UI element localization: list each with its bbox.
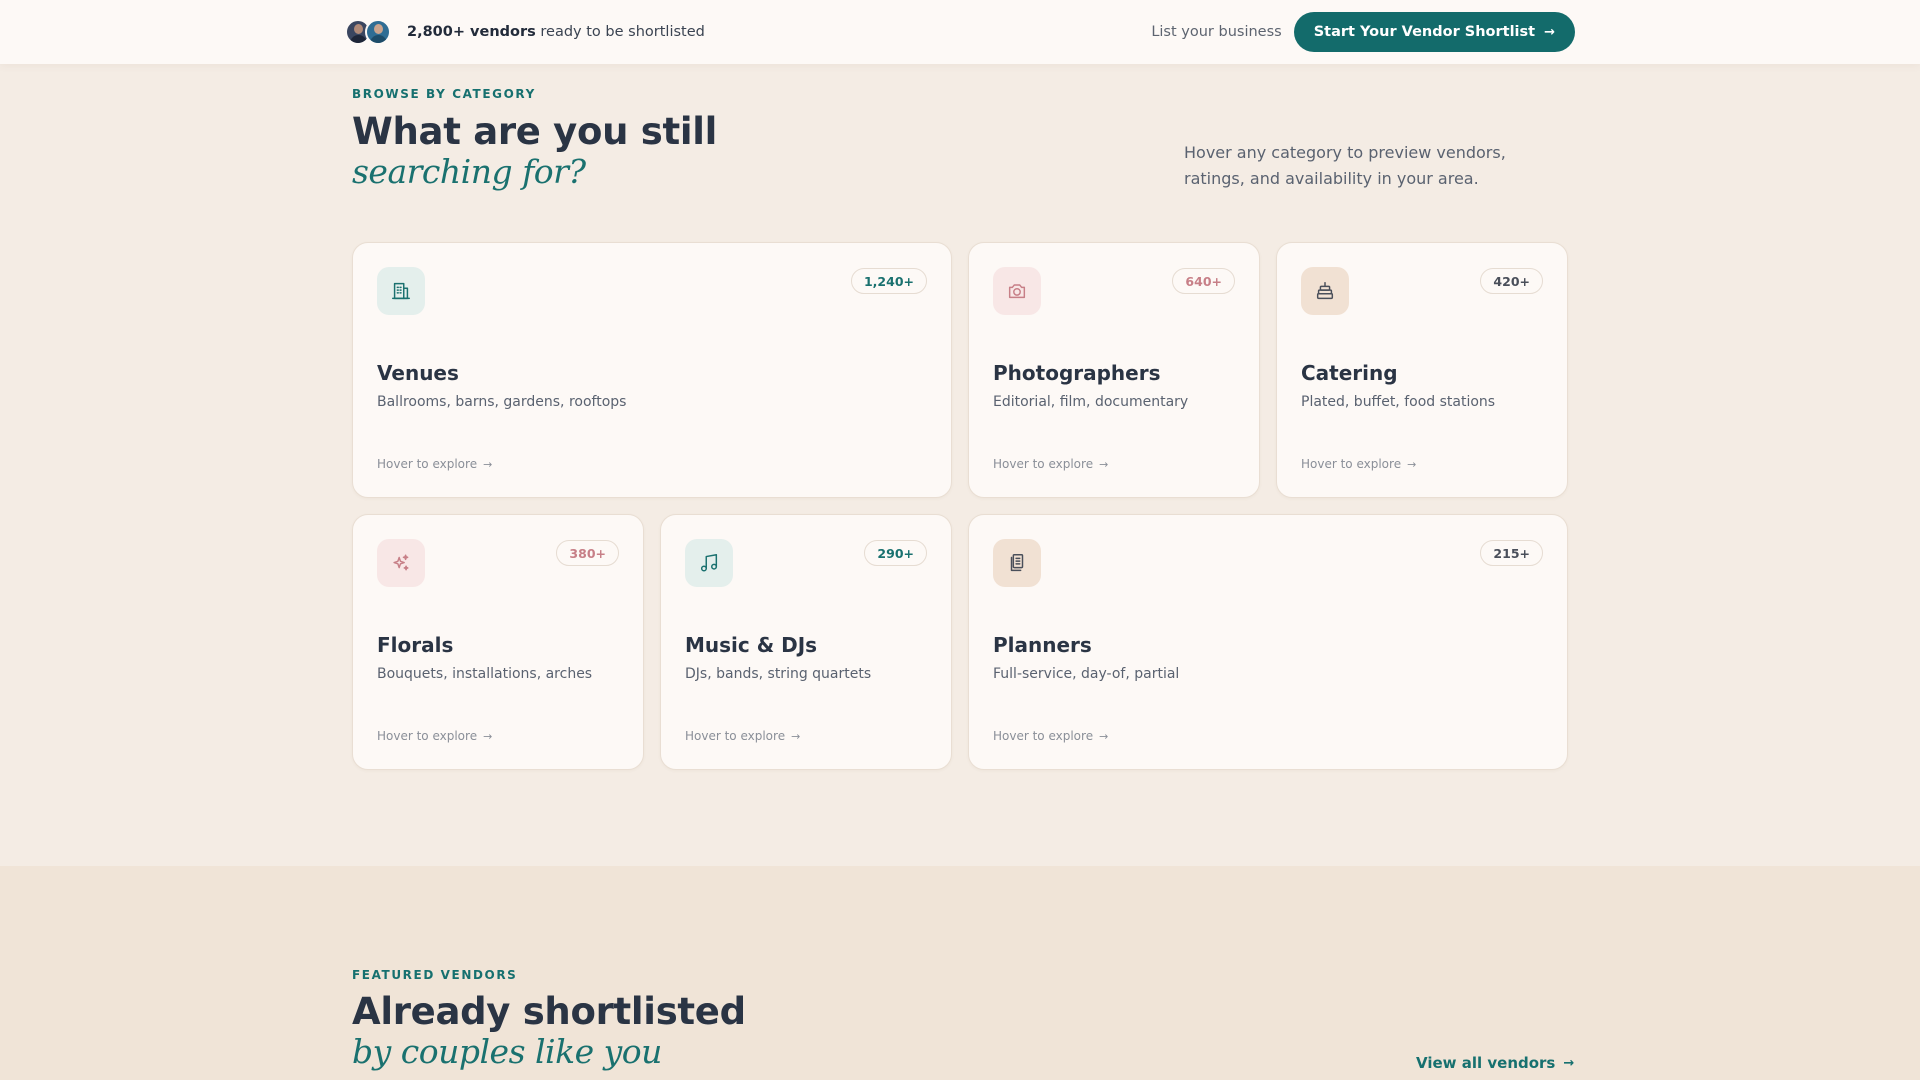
sparkles-icon xyxy=(377,539,425,587)
arrow-right-icon: → xyxy=(483,457,493,471)
hover-hint-label: Hover to explore xyxy=(993,729,1094,743)
count-badge: 380+ xyxy=(556,540,619,566)
hover-hint-label: Hover to explore xyxy=(377,457,478,471)
view-all-label: View all vendors xyxy=(1416,1054,1556,1072)
count-badge: 1,240+ xyxy=(850,268,927,294)
top-bar-inner: 2,800+ vendors ready to be shortlisted L… xyxy=(345,0,1575,64)
card-subtitle: Bouquets, installations, arches xyxy=(377,666,593,682)
card-title: Catering xyxy=(1301,361,1398,385)
arrow-right-icon: → xyxy=(1563,1055,1575,1071)
vendors-count-text: 2,800+ vendors ready to be shortlisted xyxy=(407,24,705,40)
category-title-italic: searching for? xyxy=(352,152,586,191)
count-badge: 420+ xyxy=(1480,268,1543,294)
card-subtitle: Ballrooms, barns, gardens, rooftops xyxy=(377,394,627,410)
hover-hint: Hover to explore → xyxy=(685,729,800,743)
category-card-catering[interactable]: 420+ Catering Plated, buffet, food stati… xyxy=(1276,242,1568,498)
music-note-icon xyxy=(685,539,733,587)
vendor-social-proof: 2,800+ vendors ready to be shortlisted xyxy=(345,19,705,45)
category-card-venues[interactable]: 1,240+ Venues Ballrooms, barns, gardens,… xyxy=(352,242,952,498)
arrow-right-icon: → xyxy=(483,729,493,743)
card-title: Photographers xyxy=(993,361,1161,385)
clipboard-icon xyxy=(993,539,1041,587)
cake-icon xyxy=(1301,267,1349,315)
top-bar-actions: List your business Start Your Vendor Sho… xyxy=(1151,12,1575,52)
avatar-stack xyxy=(345,19,393,45)
top-bar: 2,800+ vendors ready to be shortlisted L… xyxy=(0,0,1920,64)
count-badge: 640+ xyxy=(1172,268,1235,294)
arrow-right-icon: → xyxy=(791,729,801,743)
featured-section xyxy=(0,866,1920,1080)
category-title: What are you still xyxy=(352,110,717,153)
hover-hint-label: Hover to explore xyxy=(377,729,478,743)
arrow-right-icon: → xyxy=(1544,24,1555,40)
arrow-right-icon: → xyxy=(1407,457,1417,471)
count-badge: 215+ xyxy=(1480,540,1543,566)
category-intro: Hover any category to preview vendors, r… xyxy=(1184,143,1506,188)
view-all-vendors-link[interactable]: View all vendors → xyxy=(1416,1054,1574,1072)
category-card-florals[interactable]: 380+ Florals Bouquets, installations, ar… xyxy=(352,514,644,770)
start-shortlist-button[interactable]: Start Your Vendor Shortlist → xyxy=(1293,12,1575,52)
category-card-music-djs[interactable]: 290+ Music & DJs DJs, bands, string quar… xyxy=(660,514,952,770)
category-eyebrow: BROWSE BY CATEGORY xyxy=(352,87,536,101)
category-card-photographers[interactable]: 640+ Photographers Editorial, film, docu… xyxy=(968,242,1260,498)
count-badge: 290+ xyxy=(864,540,927,566)
featured-title-italic: by couples like you xyxy=(352,1032,662,1071)
avatar xyxy=(365,19,391,45)
hover-hint: Hover to explore → xyxy=(1301,457,1416,471)
hover-hint: Hover to explore → xyxy=(993,729,1108,743)
hover-hint: Hover to explore → xyxy=(377,457,492,471)
card-title: Florals xyxy=(377,633,454,657)
card-title: Planners xyxy=(993,633,1092,657)
hover-hint: Hover to explore → xyxy=(377,729,492,743)
list-business-link[interactable]: List your business xyxy=(1151,24,1281,40)
featured-title: Already shortlisted xyxy=(352,990,746,1033)
arrow-right-icon: → xyxy=(1099,729,1109,743)
vendors-suffix: ready to be shortlisted xyxy=(535,24,705,40)
hover-hint-label: Hover to explore xyxy=(993,457,1094,471)
hover-hint-label: Hover to explore xyxy=(1301,457,1402,471)
hover-hint: Hover to explore → xyxy=(993,457,1108,471)
featured-eyebrow: FEATURED VENDORS xyxy=(352,968,518,982)
arrow-right-icon: → xyxy=(1099,457,1109,471)
card-title: Venues xyxy=(377,361,459,385)
card-subtitle: Plated, buffet, food stations xyxy=(1301,394,1496,410)
card-title: Music & DJs xyxy=(685,633,818,657)
building-icon xyxy=(377,267,425,315)
vendors-count: 2,800+ vendors xyxy=(407,24,536,40)
card-subtitle: DJs, bands, string quartets xyxy=(685,666,872,682)
card-subtitle: Full-service, day-of, partial xyxy=(993,666,1180,682)
card-subtitle: Editorial, film, documentary xyxy=(993,394,1189,410)
hover-hint-label: Hover to explore xyxy=(685,729,786,743)
category-card-planners[interactable]: 215+ Planners Full-service, day-of, part… xyxy=(968,514,1568,770)
start-shortlist-label: Start Your Vendor Shortlist xyxy=(1313,24,1536,40)
camera-icon xyxy=(993,267,1041,315)
